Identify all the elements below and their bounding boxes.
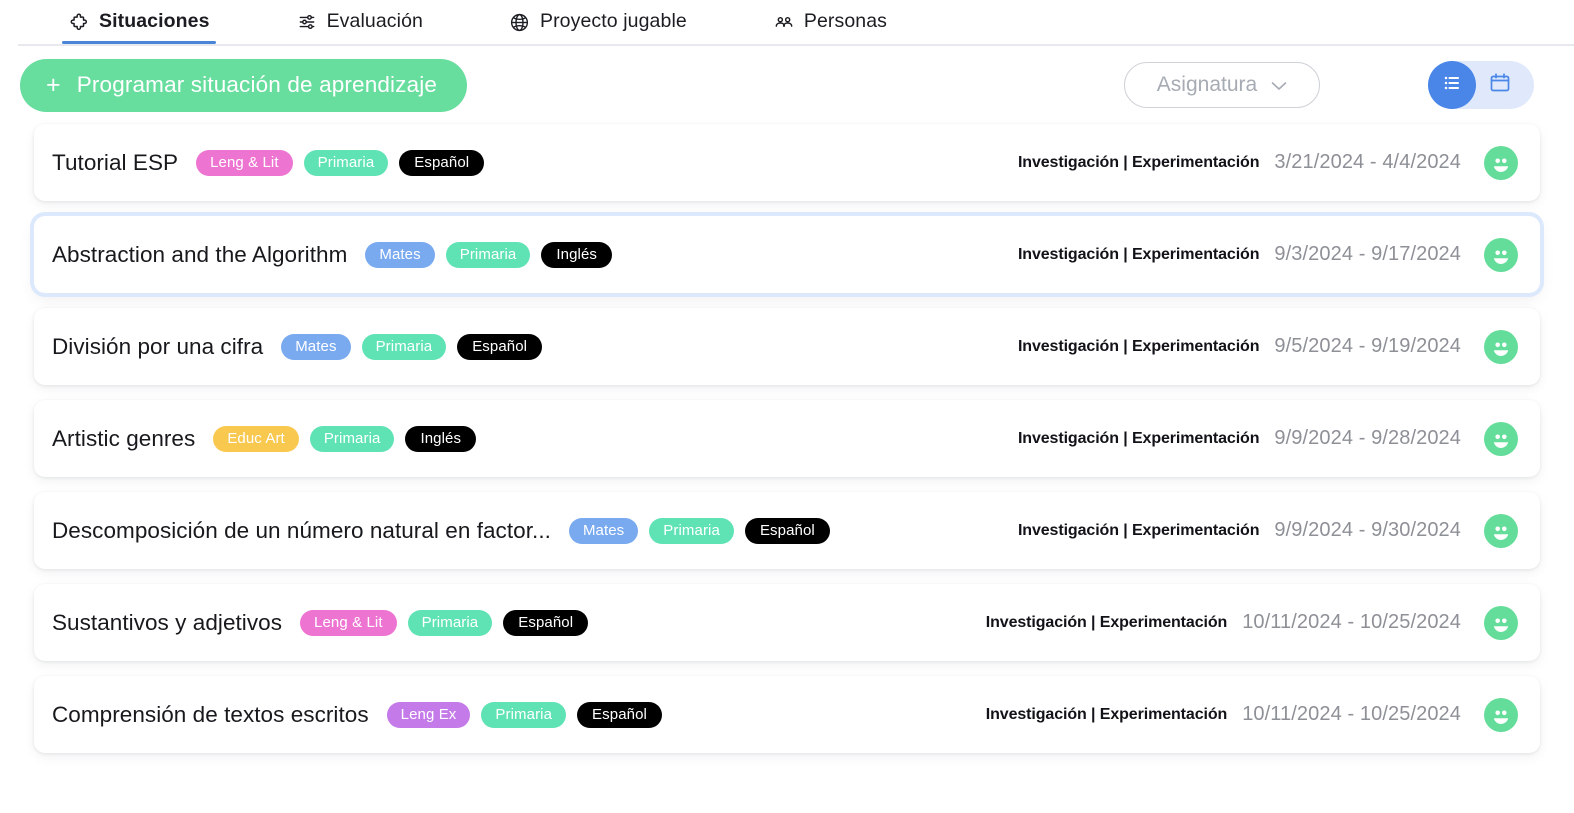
toolbar: + Programar situación de aprendizaje Asi… — [0, 46, 1574, 124]
phase-label: Investigación | Experimentación — [985, 613, 1228, 631]
tag-group: Educ Art Primaria Inglés — [213, 425, 477, 452]
puzzle-piece-icon — [68, 11, 90, 33]
date-range: 9/9/2024 - 9/30/2024 — [1274, 519, 1461, 541]
phase-label: Investigación | Experimentación — [1017, 153, 1260, 171]
tab-label: Situaciones — [99, 10, 210, 33]
situation-meta: Investigación | Experimentación 9/9/2024 … — [1017, 421, 1518, 456]
situation-title: Artistic genres — [52, 425, 196, 451]
situation-title: División por una cifra — [52, 333, 264, 359]
situation-title: Comprensión de textos escritos — [52, 701, 369, 727]
main-tab-bar: Situaciones Evaluación Proyecto jugable … — [0, 0, 1574, 46]
date-range: 3/21/2024 - 4/4/2024 — [1274, 151, 1461, 173]
situation-title: Abstraction and the Algorithm — [52, 241, 348, 267]
subject-filter-dropdown[interactable]: Asignatura — [1124, 62, 1320, 108]
group-avatar-icon[interactable] — [1484, 329, 1518, 364]
tag-badge: Español — [503, 609, 589, 636]
date-range: 10/11/2024 - 10/25/2024 — [1242, 611, 1461, 633]
tab-label: Evaluación — [326, 10, 423, 33]
tag-group: Mates Primaria Español — [281, 333, 543, 360]
tag-group: Leng & Lit Primaria Español — [300, 609, 589, 636]
phase-label: Investigación | Experimentación — [1017, 337, 1260, 355]
phase-label: Investigación | Experimentación — [1017, 521, 1260, 539]
tag-badge: Español — [457, 333, 543, 360]
tag-badge: Leng Ex — [386, 701, 471, 728]
create-situation-button[interactable]: + Programar situación de aprendizaje — [20, 58, 468, 112]
situation-title: Descomposición de un número natural en f… — [52, 517, 551, 543]
chevron-down-icon — [1271, 73, 1287, 97]
tag-badge: Primaria — [407, 609, 493, 636]
tab-situaciones[interactable]: Situaciones — [62, 0, 216, 44]
group-avatar-icon[interactable] — [1484, 145, 1518, 180]
group-avatar-icon[interactable] — [1484, 421, 1518, 456]
situations-list: Tutorial ESP Leng & Lit Primaria Español Inv… — [0, 124, 1574, 753]
tag-group: Mates Primaria Inglés — [365, 241, 613, 268]
tag-badge: Español — [744, 517, 830, 544]
tag-badge: Leng & Lit — [300, 609, 397, 636]
tag-badge: Educ Art — [213, 425, 299, 452]
tag-group: Mates Primaria Español — [568, 517, 830, 544]
situation-meta: Investigación | Experimentación 10/11/202… — [985, 697, 1518, 732]
tab-personas[interactable]: Personas — [767, 0, 893, 44]
group-avatar-icon[interactable] — [1484, 237, 1518, 272]
situation-row[interactable]: Descomposición de un número natural en f… — [34, 492, 1540, 569]
tab-evaluacion[interactable]: Evaluación — [290, 0, 429, 44]
tag-badge: Primaria — [361, 333, 447, 360]
calendar-view-icon — [1488, 71, 1512, 100]
situation-row[interactable]: División por una cifra Mates Primaria Españ… — [34, 308, 1540, 385]
tag-badge: Español — [577, 701, 662, 728]
people-icon — [773, 11, 795, 33]
tag-badge: Primaria — [481, 701, 567, 728]
situation-meta: Investigación | Experimentación 9/3/2024 … — [1017, 237, 1518, 272]
tag-badge: Primaria — [309, 425, 395, 452]
tag-badge: Leng & Lit — [196, 149, 293, 176]
view-mode-toggle — [1428, 61, 1534, 109]
situation-meta: Investigación | Experimentación 9/5/2024 … — [1017, 329, 1518, 364]
situation-title: Sustantivos y adjetivos — [52, 609, 283, 635]
situation-meta: Investigación | Experimentación 10/11/202… — [985, 605, 1518, 640]
list-view-icon — [1440, 71, 1464, 100]
plus-icon: + — [46, 70, 61, 99]
tab-label: Personas — [803, 10, 888, 33]
situation-row[interactable]: Abstraction and the Algorithm Mates Primar… — [34, 216, 1540, 293]
date-range: 10/11/2024 - 10/25/2024 — [1242, 703, 1461, 725]
tag-badge: Mates — [365, 241, 435, 268]
tag-badge: Primaria — [445, 241, 531, 268]
tag-badge: Mates — [281, 333, 351, 360]
phase-label: Investigación | Experimentación — [985, 705, 1228, 723]
phase-label: Investigación | Experimentación — [1017, 245, 1260, 263]
sliders-icon — [296, 11, 318, 33]
group-avatar-icon[interactable] — [1484, 697, 1518, 732]
tag-group: Leng Ex Primaria Español — [386, 701, 662, 728]
tab-proyecto-jugable[interactable]: Proyecto jugable — [503, 0, 693, 44]
date-range: 9/3/2024 - 9/17/2024 — [1274, 243, 1461, 265]
list-view-button[interactable] — [1428, 61, 1476, 109]
tag-badge: Inglés — [405, 425, 477, 452]
situation-row[interactable]: Comprensión de textos escritos Leng Ex Pri… — [34, 676, 1540, 753]
tag-group: Leng & Lit Primaria Español — [196, 149, 485, 176]
situation-title: Tutorial ESP — [52, 149, 179, 175]
group-avatar-icon[interactable] — [1484, 605, 1518, 640]
tag-badge: Español — [399, 149, 485, 176]
phase-label: Investigación | Experimentación — [1017, 429, 1260, 447]
tag-badge: Mates — [568, 517, 639, 544]
situation-row[interactable]: Artistic genres Educ Art Primaria Inglés Inv… — [34, 400, 1540, 477]
group-avatar-icon[interactable] — [1484, 513, 1518, 548]
date-range: 9/9/2024 - 9/28/2024 — [1274, 427, 1461, 449]
date-range: 9/5/2024 - 9/19/2024 — [1274, 335, 1461, 357]
globe-icon — [509, 11, 531, 33]
create-situation-label: Programar situación de aprendizaje — [76, 72, 438, 97]
situation-meta: Investigación | Experimentación 9/9/2024 … — [1017, 513, 1518, 548]
subject-filter-label: Asignatura — [1156, 73, 1258, 96]
calendar-view-button[interactable] — [1476, 61, 1524, 109]
toolbar-right-group: Asignatura — [1124, 61, 1534, 109]
tag-badge: Primaria — [649, 517, 734, 544]
tag-badge: Inglés — [541, 241, 613, 268]
tab-label: Proyecto jugable — [539, 10, 687, 33]
tag-badge: Primaria — [303, 149, 389, 176]
situation-row[interactable]: Sustantivos y adjetivos Leng & Lit Primari… — [34, 584, 1540, 661]
situation-row[interactable]: Tutorial ESP Leng & Lit Primaria Español Inv… — [34, 124, 1540, 201]
situation-meta: Investigación | Experimentación 3/21/2024… — [1017, 145, 1518, 180]
